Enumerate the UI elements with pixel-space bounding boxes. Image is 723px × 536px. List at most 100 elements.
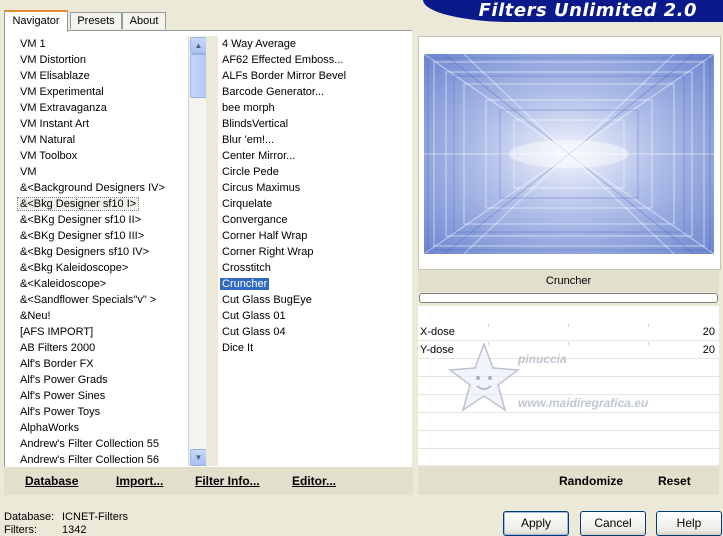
category-item[interactable]: &<Kaleidoscope> [16, 276, 188, 292]
tab-presets[interactable]: Presets [70, 12, 122, 29]
left-toolbar: Database Import... Filter Info... Editor… [4, 467, 413, 495]
category-item-label: VM Toolbox [20, 150, 78, 162]
reset-button[interactable]: Reset [658, 474, 691, 488]
filter-item[interactable]: bee morph [218, 100, 412, 116]
category-item[interactable]: &<Bkg Kaleidoscope> [16, 260, 188, 276]
filter-item[interactable]: Dice It [218, 340, 412, 356]
category-scrollbar[interactable]: ▲ ▼ [188, 36, 207, 466]
category-item[interactable]: Andrew's Filter Collection 55 [16, 436, 188, 452]
category-item[interactable]: Alf's Power Sines [16, 388, 188, 404]
category-item[interactable]: VM [16, 164, 188, 180]
right-toolbar: Randomize Reset [418, 467, 719, 495]
status-filters-value: 1342 [62, 524, 87, 536]
apply-button[interactable]: Apply [503, 511, 569, 536]
filter-item[interactable]: Cut Glass BugEye [218, 292, 412, 308]
filter-item[interactable]: Cut Glass 04 [218, 324, 412, 340]
category-item[interactable]: &<BKg Designer sf10 III> [16, 228, 188, 244]
filter-item-label: Center Mirror... [222, 150, 296, 162]
scroll-thumb[interactable] [190, 54, 207, 98]
filter-item-label: Cut Glass 01 [222, 310, 286, 322]
category-item[interactable]: &<Background Designers IV> [16, 180, 188, 196]
filter-item[interactable]: Circus Maximus [218, 180, 412, 196]
category-item[interactable]: [AFS IMPORT] [16, 324, 188, 340]
category-item[interactable]: Alf's Border FX [16, 356, 188, 372]
category-item[interactable]: &Neu! [16, 308, 188, 324]
category-list[interactable]: VM 1 VM Distortion VM Elisablaze VM Experim… [12, 36, 188, 466]
category-item[interactable]: VM Elisablaze [16, 68, 188, 84]
category-item[interactable]: VM Natural [16, 132, 188, 148]
category-item[interactable]: AlphaWorks [16, 420, 188, 436]
filter-item[interactable]: AF62 Effected Emboss... [218, 52, 412, 68]
filter-item[interactable]: BlindsVertical [218, 116, 412, 132]
randomize-button[interactable]: Randomize [559, 474, 623, 488]
category-item-label: VM [20, 166, 37, 178]
filter-item-label: Corner Right Wrap [222, 246, 314, 258]
category-item-label: &<Bkg Designer sf10 I> [16, 197, 140, 211]
category-item-label: Alf's Power Sines [20, 390, 106, 402]
category-item[interactable]: &<BKg Designer sf10 II> [16, 212, 188, 228]
category-item-label: &<Sandflower Specials"v" > [20, 294, 157, 306]
watermark: pinuccia www.maidiregrafica.eu [446, 340, 676, 420]
category-item-label: &<Kaleidoscope> [20, 278, 107, 290]
category-item[interactable]: &<Sandflower Specials"v" > [16, 292, 188, 308]
param-row-x-dose[interactable]: X-dose 20 [418, 324, 719, 341]
tab-navigator[interactable]: Navigator [4, 10, 68, 32]
help-button[interactable]: Help [656, 511, 722, 536]
category-item[interactable]: VM Instant Art [16, 116, 188, 132]
filter-item[interactable]: Crosstitch [218, 260, 412, 276]
filter-item[interactable]: Cirquelate [218, 196, 412, 212]
import-button[interactable]: Import... [116, 474, 163, 488]
filter-list[interactable]: 4 Way Average AF62 Effected Emboss... ALFs… [218, 36, 412, 466]
preview-image [424, 54, 714, 254]
category-item-label: [AFS IMPORT] [20, 326, 94, 338]
filter-item[interactable]: Center Mirror... [218, 148, 412, 164]
category-item-label: AlphaWorks [20, 422, 80, 434]
category-item-label: VM Natural [20, 134, 76, 146]
category-item-label: AB Filters 2000 [20, 342, 96, 354]
tab-about[interactable]: About [122, 12, 166, 29]
status-database: Database: ICNET-Filters [4, 511, 128, 523]
filter-item[interactable]: Corner Half Wrap [218, 228, 412, 244]
filter-item-label: Blur 'em!... [222, 134, 275, 146]
param-row-empty [418, 450, 719, 467]
category-item[interactable]: VM Experimental [16, 84, 188, 100]
category-item[interactable]: Andrew's Filter Collection 56 [16, 452, 188, 466]
category-item[interactable]: VM Toolbox [16, 148, 188, 164]
filter-item[interactable]: Circle Pede [218, 164, 412, 180]
filter-item-label: Barcode Generator... [222, 86, 325, 98]
database-button[interactable]: Database [25, 474, 78, 488]
filter-item[interactable]: ALFs Border Mirror Bevel [218, 68, 412, 84]
category-item-label: VM Distortion [20, 54, 87, 66]
filter-item[interactable]: Cruncher [218, 276, 412, 292]
filter-info-button[interactable]: Filter Info... [195, 474, 260, 488]
category-item-label: &Neu! [20, 310, 51, 322]
category-item[interactable]: VM Distortion [16, 52, 188, 68]
filter-item[interactable]: Corner Right Wrap [218, 244, 412, 260]
list-separator [206, 36, 218, 466]
category-item[interactable]: Alf's Power Toys [16, 404, 188, 420]
watermark-line2: www.maidiregrafica.eu [518, 396, 649, 410]
category-item[interactable]: VM Extravaganza [16, 100, 188, 116]
category-item[interactable]: &<Bkg Designer sf10 I> [16, 196, 188, 212]
filter-item[interactable]: Cut Glass 01 [218, 308, 412, 324]
watermark-line1: pinuccia [518, 352, 567, 366]
scroll-up-button[interactable]: ▲ [190, 37, 207, 54]
editor-button[interactable]: Editor... [292, 474, 336, 488]
filter-item[interactable]: Barcode Generator... [218, 84, 412, 100]
category-item[interactable]: Alf's Power Grads [16, 372, 188, 388]
status-filters: Filters: 1342 [4, 524, 86, 536]
filter-item-label: BlindsVertical [222, 118, 289, 130]
cancel-button[interactable]: Cancel [580, 511, 646, 536]
param-label: X-dose [420, 326, 455, 338]
category-item[interactable]: AB Filters 2000 [16, 340, 188, 356]
status-database-label: Database: [4, 511, 55, 523]
category-item[interactable]: &<Bkg Designers sf10 IV> [16, 244, 188, 260]
filter-item[interactable]: 4 Way Average [218, 36, 412, 52]
filter-item[interactable]: Convergance [218, 212, 412, 228]
category-item-label: Alf's Power Grads [20, 374, 108, 386]
app-title: Filters Unlimited 2.0 [478, 0, 697, 21]
category-item[interactable]: VM 1 [16, 36, 188, 52]
filter-item[interactable]: Blur 'em!... [218, 132, 412, 148]
scroll-down-button[interactable]: ▼ [190, 449, 207, 466]
filter-item-label: 4 Way Average [222, 38, 296, 50]
